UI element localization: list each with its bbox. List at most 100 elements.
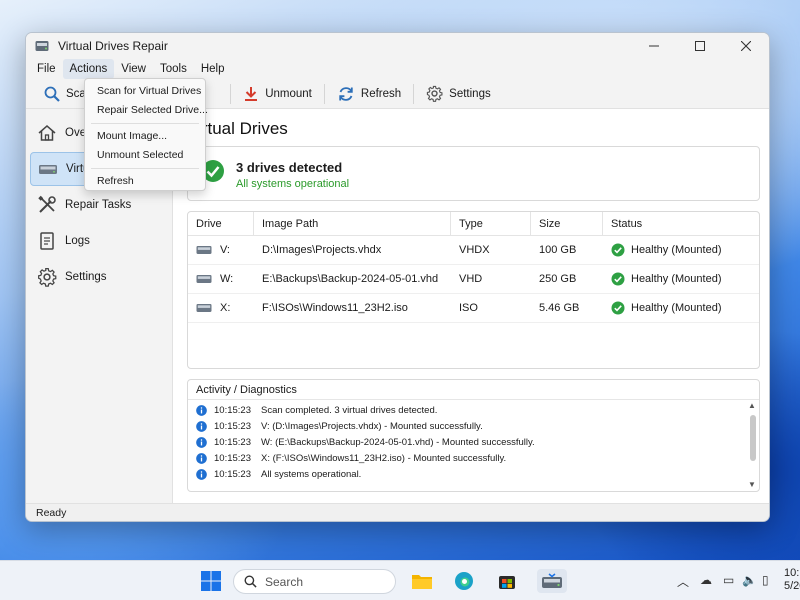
menu-separator: [91, 123, 199, 124]
store-button[interactable]: [495, 569, 519, 593]
drive-letter: W:: [220, 273, 234, 285]
actions-dropdown-menu: Scan for Virtual Drives Repair Selected …: [84, 78, 208, 191]
toolbar-separator: [230, 83, 232, 104]
menu-actions[interactable]: Actions: [62, 59, 115, 79]
status-bar: Ready: [26, 503, 769, 521]
maximize-button[interactable]: [677, 33, 723, 59]
info-icon: [196, 437, 207, 448]
main-panel: Virtual Drives 3 drives detected All sys…: [172, 109, 769, 503]
image-path: F:\ISOs\Windows11_23H2.iso: [262, 302, 408, 314]
menu-item-refresh[interactable]: Refresh: [85, 172, 205, 191]
cloud-icon[interactable]: ☁: [700, 573, 712, 587]
drive-icon: [196, 246, 212, 254]
drive-letter: X:: [220, 302, 231, 314]
log-time: 10:15:23: [214, 436, 251, 448]
log-message: All systems operational.: [261, 469, 362, 481]
windows-logo-icon: [201, 571, 221, 591]
refresh-label: Refresh: [360, 87, 402, 100]
menu-item-mount[interactable]: Mount Image...: [85, 127, 205, 146]
unmount-arrow-icon: [245, 86, 258, 101]
sidebar-item-settings[interactable]: Settings: [30, 260, 169, 294]
log-time: 10:15:23: [214, 404, 251, 416]
drive-type: ISO: [459, 302, 478, 314]
drive-size: 5.46 GB: [539, 302, 580, 314]
app-drive-icon: [35, 41, 49, 51]
scroll-down-icon[interactable]: ▼: [748, 480, 756, 489]
window-title: Virtual Drives Repair: [58, 39, 168, 53]
menu-tools[interactable]: Tools: [153, 59, 194, 79]
monitor-icon[interactable]: ▭: [723, 573, 734, 587]
log-entry: 10:15:23 All systems operational.: [188, 467, 759, 483]
menu-help[interactable]: Help: [194, 59, 232, 79]
info-icon: [196, 404, 207, 416]
taskbar-search[interactable]: Search: [233, 569, 396, 594]
check-circle-icon: [611, 301, 625, 315]
start-button[interactable]: [199, 569, 223, 593]
title-bar[interactable]: Virtual Drives Repair: [26, 33, 769, 59]
drive-type: VHD: [459, 273, 483, 285]
refresh-icon: [339, 86, 353, 101]
clock-date: 5/20: [784, 580, 800, 592]
edge-browser-button[interactable]: [452, 569, 476, 593]
sidebar-item-label: Repair Tasks: [65, 199, 132, 211]
virtual-drives-taskbar-button[interactable]: [537, 569, 567, 593]
table-row[interactable]: X: F:\ISOs\Windows11_23H2.iso ISO 5.46 G…: [188, 294, 759, 323]
menu-item-unmount[interactable]: Unmount Selected: [85, 146, 205, 165]
speaker-icon[interactable]: 🔈: [742, 573, 757, 587]
table-row[interactable]: V: D:\Images\Projects.vhdx VHDX 100 GB H…: [188, 236, 759, 265]
scrollbar-thumb[interactable]: [750, 415, 756, 461]
folder-icon: [412, 575, 432, 589]
log-entry: 10:15:23 X: (F:\ISOs\Windows11_23H2.iso)…: [188, 451, 759, 467]
sidebar-item-label: Settings: [65, 271, 107, 283]
log-message: V: (D:\Images\Projects.vhdx) - Mounted s…: [261, 420, 483, 432]
scroll-up-icon[interactable]: ▲: [748, 401, 756, 410]
sidebar-item-repair-tasks[interactable]: Repair Tasks: [30, 188, 169, 222]
toolbar-separator: [323, 83, 325, 104]
menu-view[interactable]: View: [114, 59, 153, 79]
activity-scrollbar[interactable]: ▲ ▼: [747, 401, 758, 489]
column-header-drive[interactable]: Drive: [188, 212, 254, 235]
refresh-button[interactable]: Refresh: [331, 82, 407, 106]
maximize-icon: [695, 41, 705, 51]
file-explorer-button[interactable]: [410, 569, 434, 593]
taskbar-clock[interactable]: 10: 5/20: [784, 567, 800, 593]
log-entry: 10:15:23 V: (D:\Images\Projects.vhdx) - …: [188, 418, 759, 434]
drive-icon: [39, 165, 57, 174]
info-icon: [196, 420, 207, 432]
taskbar: Search ︿ ☁ ▭ 🔈 ▯ 10: 5/20: [0, 560, 800, 600]
menu-item-scan[interactable]: Scan for Virtual Drives: [85, 82, 205, 101]
log-message: Scan completed. 3 virtual drives detecte…: [261, 404, 438, 416]
search-placeholder: Search: [265, 574, 304, 589]
check-circle-icon: [611, 243, 625, 257]
clock-time: 10:: [784, 567, 800, 579]
minimize-button[interactable]: [631, 33, 677, 59]
battery-icon[interactable]: ▯: [762, 573, 769, 587]
home-icon: [38, 125, 56, 141]
store-icon: [499, 576, 515, 589]
log-entry: 10:15:23 W: (E:\Backups\Backup-2024-05-0…: [188, 434, 759, 450]
drive-icon: [196, 275, 212, 283]
drives-count: 3 drives detected: [236, 160, 343, 175]
column-header-size[interactable]: Size: [531, 212, 603, 235]
sidebar-item-logs[interactable]: Logs: [30, 224, 169, 258]
menu-bar: File Actions View Tools Help: [26, 59, 769, 79]
chevron-up-icon[interactable]: ︿: [677, 573, 689, 590]
unmount-button[interactable]: Unmount: [237, 82, 318, 106]
table-row[interactable]: W: E:\Backups\Backup-2024-05-01.vhd VHD …: [188, 265, 759, 294]
gear-icon: [427, 85, 443, 102]
log-time: 10:15:23: [214, 469, 251, 481]
activity-title: Activity / Diagnostics: [188, 380, 759, 400]
close-button[interactable]: [723, 33, 769, 59]
menu-item-repair[interactable]: Repair Selected Drive...: [85, 101, 208, 120]
column-header-status[interactable]: Status: [603, 212, 759, 235]
menu-file[interactable]: File: [30, 59, 63, 79]
search-icon: [244, 575, 257, 588]
column-header-type[interactable]: Type: [451, 212, 531, 235]
column-header-image-path[interactable]: Image Path: [254, 212, 451, 235]
system-status: All systems operational: [236, 178, 350, 190]
image-path: D:\Images\Projects.vhdx: [262, 244, 382, 256]
image-path: E:\Backups\Backup-2024-05-01.vhd: [262, 273, 439, 285]
document-icon: [40, 232, 54, 250]
toolbar-separator: [413, 83, 415, 104]
settings-button[interactable]: Settings: [420, 82, 497, 106]
